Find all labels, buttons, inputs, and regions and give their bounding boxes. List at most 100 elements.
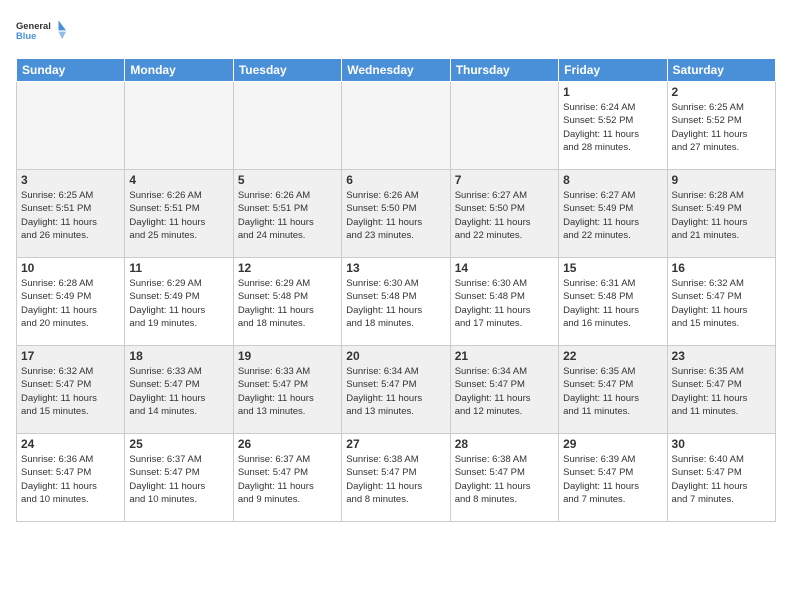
calendar-cell: 3 Sunrise: 6:25 AM Sunset: 5:51 PM Daylig… xyxy=(17,170,125,258)
day-number: 25 xyxy=(129,437,228,451)
day-number: 12 xyxy=(238,261,337,275)
day-number: 23 xyxy=(672,349,771,363)
week-row-4: 17 Sunrise: 6:32 AM Sunset: 5:47 PM Dayli… xyxy=(17,346,776,434)
day-number: 30 xyxy=(672,437,771,451)
day-info: Sunrise: 6:30 AM Sunset: 5:48 PM Dayligh… xyxy=(455,277,554,330)
day-number: 16 xyxy=(672,261,771,275)
day-number: 17 xyxy=(21,349,120,363)
calendar-cell: 28 Sunrise: 6:38 AM Sunset: 5:47 PM Dayli… xyxy=(450,434,558,522)
day-info: Sunrise: 6:25 AM Sunset: 5:51 PM Dayligh… xyxy=(21,189,120,242)
week-row-2: 3 Sunrise: 6:25 AM Sunset: 5:51 PM Daylig… xyxy=(17,170,776,258)
weekday-header-monday: Monday xyxy=(125,59,233,82)
day-info: Sunrise: 6:32 AM Sunset: 5:47 PM Dayligh… xyxy=(672,277,771,330)
calendar-cell xyxy=(342,82,450,170)
day-number: 15 xyxy=(563,261,662,275)
calendar-cell: 13 Sunrise: 6:30 AM Sunset: 5:48 PM Dayli… xyxy=(342,258,450,346)
day-info: Sunrise: 6:27 AM Sunset: 5:50 PM Dayligh… xyxy=(455,189,554,242)
weekday-header-sunday: Sunday xyxy=(17,59,125,82)
day-info: Sunrise: 6:34 AM Sunset: 5:47 PM Dayligh… xyxy=(455,365,554,418)
day-number: 2 xyxy=(672,85,771,99)
day-info: Sunrise: 6:35 AM Sunset: 5:47 PM Dayligh… xyxy=(563,365,662,418)
calendar-cell: 12 Sunrise: 6:29 AM Sunset: 5:48 PM Dayli… xyxy=(233,258,341,346)
calendar-cell: 30 Sunrise: 6:40 AM Sunset: 5:47 PM Dayli… xyxy=(667,434,775,522)
weekday-header-row: SundayMondayTuesdayWednesdayThursdayFrid… xyxy=(17,59,776,82)
day-number: 3 xyxy=(21,173,120,187)
day-number: 11 xyxy=(129,261,228,275)
calendar-cell: 16 Sunrise: 6:32 AM Sunset: 5:47 PM Dayli… xyxy=(667,258,775,346)
week-row-1: 1 Sunrise: 6:24 AM Sunset: 5:52 PM Daylig… xyxy=(17,82,776,170)
svg-text:Blue: Blue xyxy=(16,31,36,41)
calendar-cell: 6Sunrise: 6:26 AM Sunset: 5:50 PM Daylig… xyxy=(342,170,450,258)
calendar-cell: 7Sunrise: 6:27 AM Sunset: 5:50 PM Daylig… xyxy=(450,170,558,258)
calendar-cell: 17 Sunrise: 6:32 AM Sunset: 5:47 PM Dayli… xyxy=(17,346,125,434)
day-info: Sunrise: 6:29 AM Sunset: 5:48 PM Dayligh… xyxy=(238,277,337,330)
calendar-cell: 8 Sunrise: 6:27 AM Sunset: 5:49 PM Daylig… xyxy=(559,170,667,258)
calendar-cell: 4 Sunrise: 6:26 AM Sunset: 5:51 PM Daylig… xyxy=(125,170,233,258)
day-info: Sunrise: 6:37 AM Sunset: 5:47 PM Dayligh… xyxy=(238,453,337,506)
calendar-cell: 23Sunrise: 6:35 AM Sunset: 5:47 PM Dayli… xyxy=(667,346,775,434)
day-info: Sunrise: 6:27 AM Sunset: 5:49 PM Dayligh… xyxy=(563,189,662,242)
day-info: Sunrise: 6:26 AM Sunset: 5:51 PM Dayligh… xyxy=(238,189,337,242)
day-info: Sunrise: 6:38 AM Sunset: 5:47 PM Dayligh… xyxy=(455,453,554,506)
day-number: 18 xyxy=(129,349,228,363)
day-number: 8 xyxy=(563,173,662,187)
calendar-cell xyxy=(125,82,233,170)
weekday-header-saturday: Saturday xyxy=(667,59,775,82)
day-info: Sunrise: 6:40 AM Sunset: 5:47 PM Dayligh… xyxy=(672,453,771,506)
logo: General Blue xyxy=(16,12,66,50)
day-info: Sunrise: 6:24 AM Sunset: 5:52 PM Dayligh… xyxy=(563,101,662,154)
calendar-cell: 29Sunrise: 6:39 AM Sunset: 5:47 PM Dayli… xyxy=(559,434,667,522)
calendar-cell: 10 Sunrise: 6:28 AM Sunset: 5:49 PM Dayli… xyxy=(17,258,125,346)
day-number: 6 xyxy=(346,173,445,187)
day-info: Sunrise: 6:34 AM Sunset: 5:47 PM Dayligh… xyxy=(346,365,445,418)
day-info: Sunrise: 6:33 AM Sunset: 5:47 PM Dayligh… xyxy=(129,365,228,418)
day-info: Sunrise: 6:25 AM Sunset: 5:52 PM Dayligh… xyxy=(672,101,771,154)
day-info: Sunrise: 6:36 AM Sunset: 5:47 PM Dayligh… xyxy=(21,453,120,506)
calendar-cell: 14Sunrise: 6:30 AM Sunset: 5:48 PM Dayli… xyxy=(450,258,558,346)
day-number: 9 xyxy=(672,173,771,187)
day-number: 10 xyxy=(21,261,120,275)
calendar-cell xyxy=(17,82,125,170)
day-number: 1 xyxy=(563,85,662,99)
day-info: Sunrise: 6:32 AM Sunset: 5:47 PM Dayligh… xyxy=(21,365,120,418)
day-number: 21 xyxy=(455,349,554,363)
day-info: Sunrise: 6:30 AM Sunset: 5:48 PM Dayligh… xyxy=(346,277,445,330)
calendar-cell: 2 Sunrise: 6:25 AM Sunset: 5:52 PM Daylig… xyxy=(667,82,775,170)
day-info: Sunrise: 6:37 AM Sunset: 5:47 PM Dayligh… xyxy=(129,453,228,506)
week-row-5: 24Sunrise: 6:36 AM Sunset: 5:47 PM Dayli… xyxy=(17,434,776,522)
page-container: General Blue SundayMondayTuesdayWednesda… xyxy=(0,0,792,530)
calendar-cell xyxy=(450,82,558,170)
calendar-cell: 11 Sunrise: 6:29 AM Sunset: 5:49 PM Dayli… xyxy=(125,258,233,346)
day-info: Sunrise: 6:28 AM Sunset: 5:49 PM Dayligh… xyxy=(21,277,120,330)
day-info: Sunrise: 6:39 AM Sunset: 5:47 PM Dayligh… xyxy=(563,453,662,506)
day-number: 5 xyxy=(238,173,337,187)
weekday-header-tuesday: Tuesday xyxy=(233,59,341,82)
calendar-cell: 1 Sunrise: 6:24 AM Sunset: 5:52 PM Daylig… xyxy=(559,82,667,170)
day-number: 19 xyxy=(238,349,337,363)
svg-text:General: General xyxy=(16,21,51,31)
day-info: Sunrise: 6:26 AM Sunset: 5:51 PM Dayligh… xyxy=(129,189,228,242)
day-number: 27 xyxy=(346,437,445,451)
calendar-cell xyxy=(233,82,341,170)
day-number: 26 xyxy=(238,437,337,451)
day-info: Sunrise: 6:33 AM Sunset: 5:47 PM Dayligh… xyxy=(238,365,337,418)
day-number: 4 xyxy=(129,173,228,187)
day-info: Sunrise: 6:29 AM Sunset: 5:49 PM Dayligh… xyxy=(129,277,228,330)
calendar-cell: 20Sunrise: 6:34 AM Sunset: 5:47 PM Dayli… xyxy=(342,346,450,434)
day-info: Sunrise: 6:31 AM Sunset: 5:48 PM Dayligh… xyxy=(563,277,662,330)
day-info: Sunrise: 6:38 AM Sunset: 5:47 PM Dayligh… xyxy=(346,453,445,506)
calendar-cell: 15 Sunrise: 6:31 AM Sunset: 5:48 PM Dayli… xyxy=(559,258,667,346)
calendar-cell: 21 Sunrise: 6:34 AM Sunset: 5:47 PM Dayli… xyxy=(450,346,558,434)
logo-svg: General Blue xyxy=(16,12,66,50)
header: General Blue xyxy=(16,12,776,50)
calendar-cell: 25 Sunrise: 6:37 AM Sunset: 5:47 PM Dayli… xyxy=(125,434,233,522)
calendar-cell: 22Sunrise: 6:35 AM Sunset: 5:47 PM Dayli… xyxy=(559,346,667,434)
calendar-cell: 19 Sunrise: 6:33 AM Sunset: 5:47 PM Dayli… xyxy=(233,346,341,434)
week-row-3: 10 Sunrise: 6:28 AM Sunset: 5:49 PM Dayli… xyxy=(17,258,776,346)
weekday-header-wednesday: Wednesday xyxy=(342,59,450,82)
day-number: 28 xyxy=(455,437,554,451)
day-info: Sunrise: 6:28 AM Sunset: 5:49 PM Dayligh… xyxy=(672,189,771,242)
calendar-cell: 5 Sunrise: 6:26 AM Sunset: 5:51 PM Daylig… xyxy=(233,170,341,258)
day-number: 13 xyxy=(346,261,445,275)
calendar-cell: 27 Sunrise: 6:38 AM Sunset: 5:47 PM Dayli… xyxy=(342,434,450,522)
